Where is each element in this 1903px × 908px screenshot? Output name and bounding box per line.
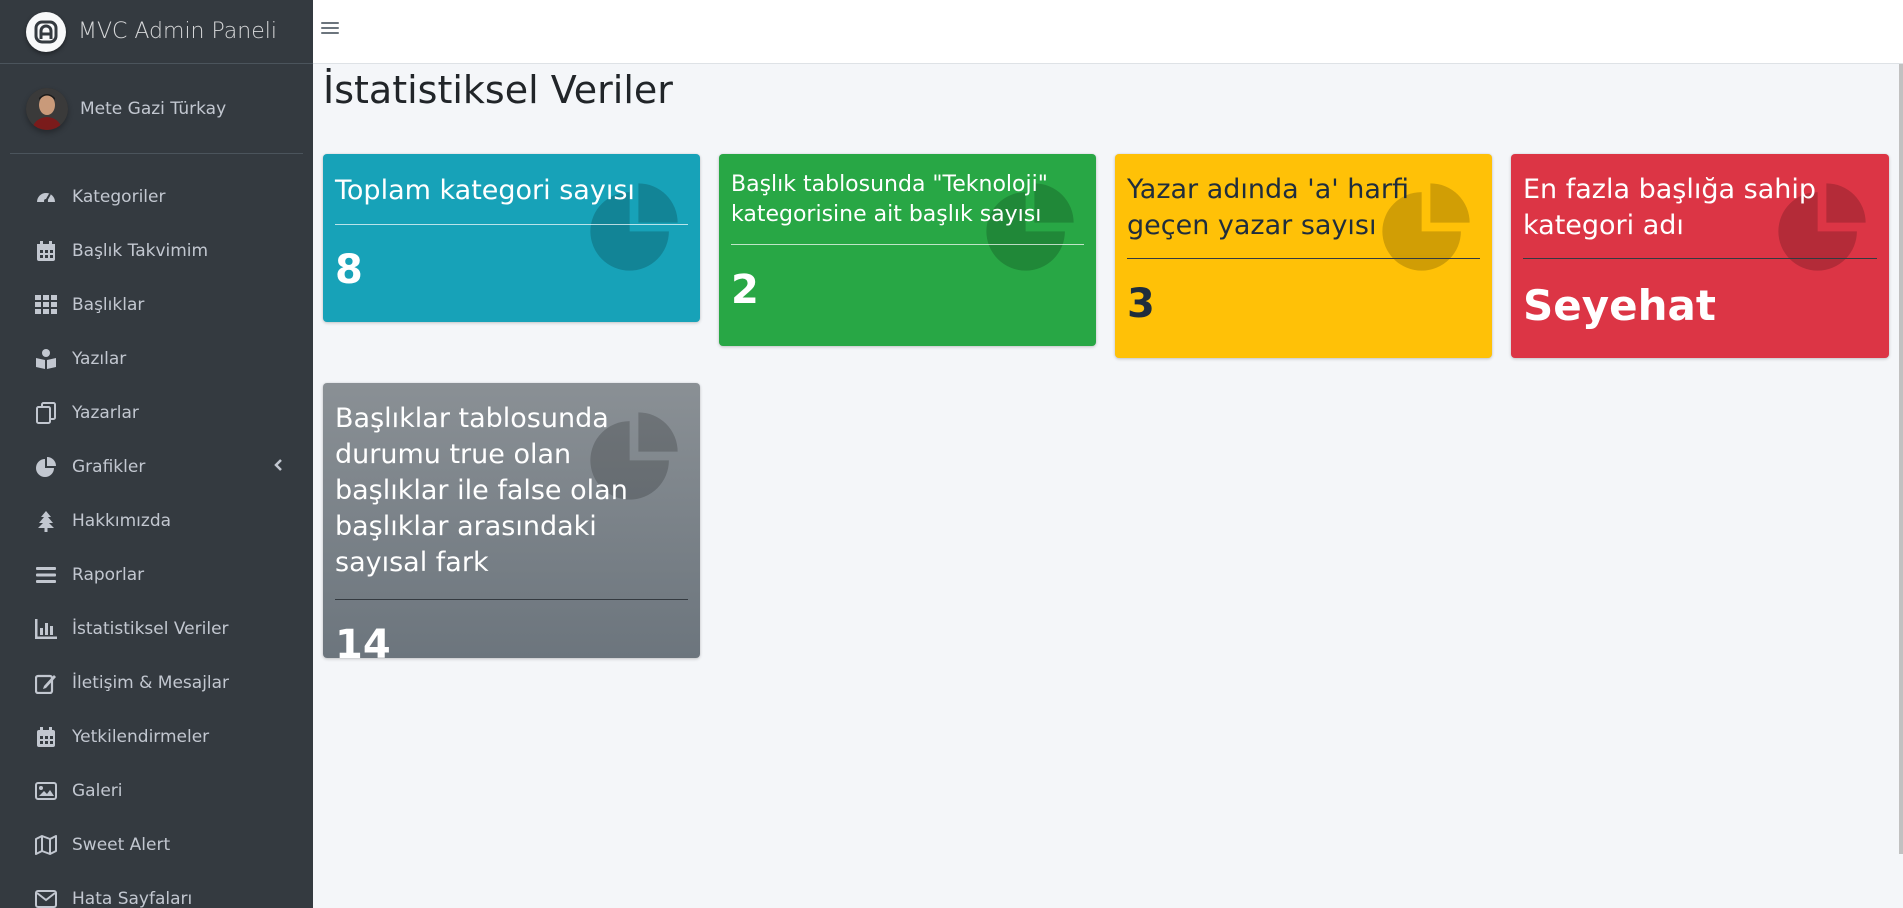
sidebar-item-label: Yazarlar <box>72 403 139 423</box>
sidebar-nav: Kategoriler Başlık Takvimim Başlıklar Ya… <box>0 154 313 908</box>
bars-icon <box>34 563 58 587</box>
stat-card-writers-with-a: Yazar adında 'a' harfi geçen yazar sayıs… <box>1115 154 1492 358</box>
book-reader-icon <box>34 347 58 371</box>
sidebar-item-label: Yetkilendirmeler <box>72 727 210 747</box>
sidebar-item-raporlar[interactable]: Raporlar <box>0 548 313 602</box>
card-title: Yazar adında 'a' harfi geçen yazar sayıs… <box>1127 174 1410 241</box>
card-value: 3 <box>1127 281 1155 327</box>
stat-card-category-count: Toplam kategori sayısı 8 <box>323 154 700 322</box>
sidebar-item-label: Yazılar <box>72 349 127 369</box>
main-content: İstatistiksel Veriler Toplam kategori sa… <box>313 64 1903 908</box>
hamburger-menu-icon[interactable] <box>321 20 339 40</box>
sidebar-item-label: Sweet Alert <box>72 835 171 855</box>
card-title: Başlık tablosunda "Teknoloji" kategorisi… <box>731 172 1048 227</box>
stat-card-technology-titles: Başlık tablosunda "Teknoloji" kategorisi… <box>719 154 1096 346</box>
avatar <box>26 87 68 130</box>
sidebar-item-istatistiksel-veriler[interactable]: İstatistiksel Veriler <box>0 602 313 656</box>
stat-card-top-category: En fazla başlığa sahip kategori adı Seye… <box>1511 154 1889 358</box>
vertical-scrollbar[interactable] <box>1899 64 1903 854</box>
card-divider <box>1523 258 1877 259</box>
calendar-icon <box>34 239 58 263</box>
sidebar-item-label: Başlıklar <box>72 295 145 315</box>
top-navbar <box>313 0 1903 64</box>
sidebar-item-label: Hata Sayfaları <box>72 889 193 908</box>
card-divider <box>335 599 688 600</box>
sidebar-item-grafikler[interactable]: Grafikler <box>0 440 313 494</box>
user-name: Mete Gazi Türkay <box>80 98 227 119</box>
admin-logo-icon <box>26 11 66 52</box>
sidebar-item-label: Grafikler <box>72 457 146 477</box>
sidebar-item-label: Hakkımızda <box>72 511 172 531</box>
sidebar-item-baslik-takvimim[interactable]: Başlık Takvimim <box>0 224 313 278</box>
map-icon <box>34 833 58 857</box>
card-divider <box>335 224 688 225</box>
envelope-icon <box>34 887 58 908</box>
card-title: En fazla başlığa sahip kategori adı <box>1523 174 1816 241</box>
card-value: 14 <box>335 622 391 658</box>
brand-link[interactable]: MVC Admin Paneli <box>0 0 313 64</box>
sidebar-item-label: Başlık Takvimim <box>72 241 209 261</box>
sidebar-item-label: Raporlar <box>72 565 145 585</box>
chevron-left-icon[interactable] <box>273 457 283 477</box>
calendar-icon <box>34 725 58 749</box>
copy-icon <box>34 401 58 425</box>
sidebar-item-yazarlar[interactable]: Yazarlar <box>0 386 313 440</box>
card-title: Başlıklar tablosunda durumu true olan ba… <box>335 403 628 578</box>
sidebar-item-iletisim-mesajlar[interactable]: İletişim & Mesajlar <box>0 656 313 710</box>
user-panel[interactable]: Mete Gazi Türkay <box>10 64 303 154</box>
page-title: İstatistiksel Veriler <box>323 68 673 112</box>
sidebar-item-yazilar[interactable]: Yazılar <box>0 332 313 386</box>
card-value: 2 <box>731 267 759 313</box>
sidebar-item-hakkimizda[interactable]: Hakkımızda <box>0 494 313 548</box>
brand-text: MVC Admin Paneli <box>78 19 277 44</box>
card-value: 8 <box>335 247 363 293</box>
sidebar-item-label: Kategoriler <box>72 187 166 207</box>
sidebar-item-galeri[interactable]: Galeri <box>0 764 313 818</box>
sidebar-item-label: İletişim & Mesajlar <box>72 673 230 693</box>
bar-chart-icon <box>34 617 58 641</box>
image-icon <box>34 779 58 803</box>
card-value: Seyehat <box>1523 281 1716 330</box>
card-divider <box>731 244 1084 245</box>
tree-icon <box>34 509 58 533</box>
sidebar-item-label: Galeri <box>72 781 123 801</box>
grid-icon <box>34 293 58 317</box>
tachometer-icon <box>34 185 58 209</box>
sidebar-item-basliklar[interactable]: Başlıklar <box>0 278 313 332</box>
sidebar-item-yetkilendirmeler[interactable]: Yetkilendirmeler <box>0 710 313 764</box>
edit-icon <box>34 671 58 695</box>
sidebar-item-kategoriler[interactable]: Kategoriler <box>0 170 313 224</box>
pie-chart-icon <box>34 455 58 479</box>
card-divider <box>1127 258 1480 259</box>
sidebar: MVC Admin Paneli Mete Gazi Türkay Katego… <box>0 0 313 908</box>
sidebar-item-sweet-alert[interactable]: Sweet Alert <box>0 818 313 872</box>
sidebar-item-hata-sayfalari[interactable]: Hata Sayfaları <box>0 872 313 908</box>
stat-card-status-difference: Başlıklar tablosunda durumu true olan ba… <box>323 383 700 658</box>
card-title: Toplam kategori sayısı <box>335 175 635 206</box>
sidebar-item-label: İstatistiksel Veriler <box>72 619 229 639</box>
